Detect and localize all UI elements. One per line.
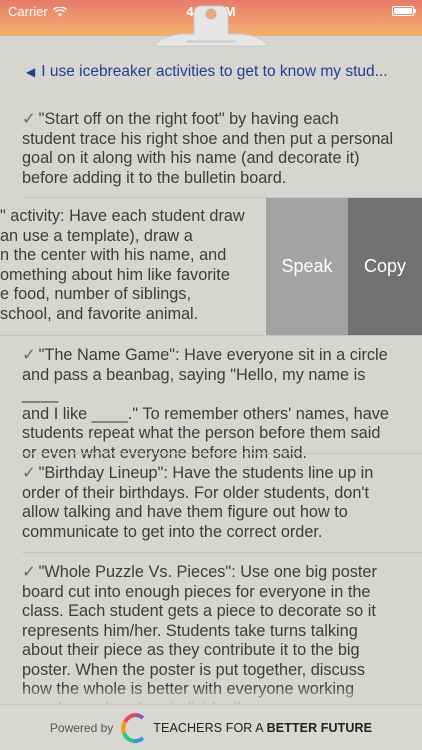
list-item[interactable]: ✓ "Start off on the right foot" by having… — [0, 100, 422, 198]
item-text-line: "Whole Puzzle Vs. Pieces": Use one big p… — [38, 563, 377, 581]
swiped-item-text: " activity: Have each student draw an us… — [0, 207, 262, 324]
battery-icon — [392, 6, 416, 16]
footer[interactable]: Powered by TEACHERS FOR A BETTER FUTURE — [0, 704, 422, 750]
check-icon: ✓ — [22, 110, 36, 128]
powered-by-label: Powered by — [49, 720, 114, 735]
item-text-line: an use a template), draw a — [0, 226, 193, 245]
teachers-logo-icon — [121, 712, 145, 743]
org-name-bold: BETTER FUTURE — [266, 720, 373, 735]
item-text-line: represents him/her. Students take turns … — [22, 621, 358, 640]
item-text-line: poster. When the poster is put together,… — [22, 660, 366, 679]
back-link[interactable]: ◀ I use icebreaker activities to get to … — [26, 63, 406, 81]
swipe-actions: Speak Copy — [266, 198, 422, 336]
item-text-line: communicate to get into the correct orde… — [22, 522, 323, 541]
org-name-prefix: TEACHERS FOR A — [153, 720, 267, 735]
item-text-line: goal on it along with his name (and deco… — [22, 149, 360, 167]
clipboard-clip-icon — [153, 5, 269, 47]
item-text-line: " activity: Have each student draw — [0, 207, 245, 225]
item-text-line: students repeat what the person before t… — [22, 424, 381, 442]
item-text-line: "Birthday Lineup": Have the students lin… — [38, 464, 374, 482]
item-text-line: order of their birthdays. For older stud… — [22, 483, 370, 502]
item-text-line: n the center with his name, and — [0, 246, 227, 264]
item-text-line: "Start off on the right foot" by having … — [38, 110, 339, 128]
item-text-line: how the whole is better with everyone wo… — [22, 680, 355, 698]
org-name: TEACHERS FOR A BETTER FUTURE — [153, 721, 372, 735]
item-text-line: and pass a beanbag, saying "Hello, my na… — [22, 365, 366, 404]
check-icon: ✓ — [22, 346, 36, 364]
item-text-line: board cut into enough pieces for everyon… — [22, 582, 371, 601]
back-link-text: I use icebreaker activities to get to kn… — [41, 63, 388, 80]
item-text-line: class. Each student gets a piece to deco… — [22, 602, 376, 620]
speak-button[interactable]: Speak — [266, 198, 348, 336]
check-icon: ✓ — [22, 563, 36, 581]
icebreaker-list: ✓ "Start off on the right foot" by having… — [0, 100, 422, 718]
item-text-line: about their piece as they contribute it … — [22, 641, 360, 659]
check-icon: ✓ — [22, 464, 36, 482]
list-item[interactable]: ✓ "Whole Puzzle Vs. Pieces": Use one big … — [0, 553, 422, 718]
list-item[interactable]: ✓ "Birthday Lineup": Have the students li… — [0, 454, 422, 553]
list-item-swiped[interactable]: " activity: Have each student draw an us… — [0, 198, 422, 336]
screen: Carrier 4:38 PM ◀ I use icebreaker activ… — [0, 0, 422, 750]
item-text-line: allow talking and have them figure out h… — [22, 503, 348, 521]
item-text-line: e food, number of siblings, — [0, 285, 191, 303]
item-text-line: school, and favorite animal. — [0, 304, 199, 323]
item-text-line: and I like ____." To remember others' na… — [22, 404, 389, 423]
item-text-line: omething about him like favorite — [0, 265, 230, 284]
back-triangle-icon: ◀ — [26, 65, 36, 79]
item-text-line: "The Name Game": Have everyone sit in a … — [38, 346, 388, 364]
item-text-line: before adding it to the bulletin board. — [22, 168, 287, 187]
list-item[interactable]: ✓ "The Name Game": Have everyone sit in a… — [0, 336, 422, 462]
copy-button[interactable]: Copy — [348, 198, 422, 336]
item-text-line: student trace his right shoe and then pu… — [22, 129, 394, 148]
